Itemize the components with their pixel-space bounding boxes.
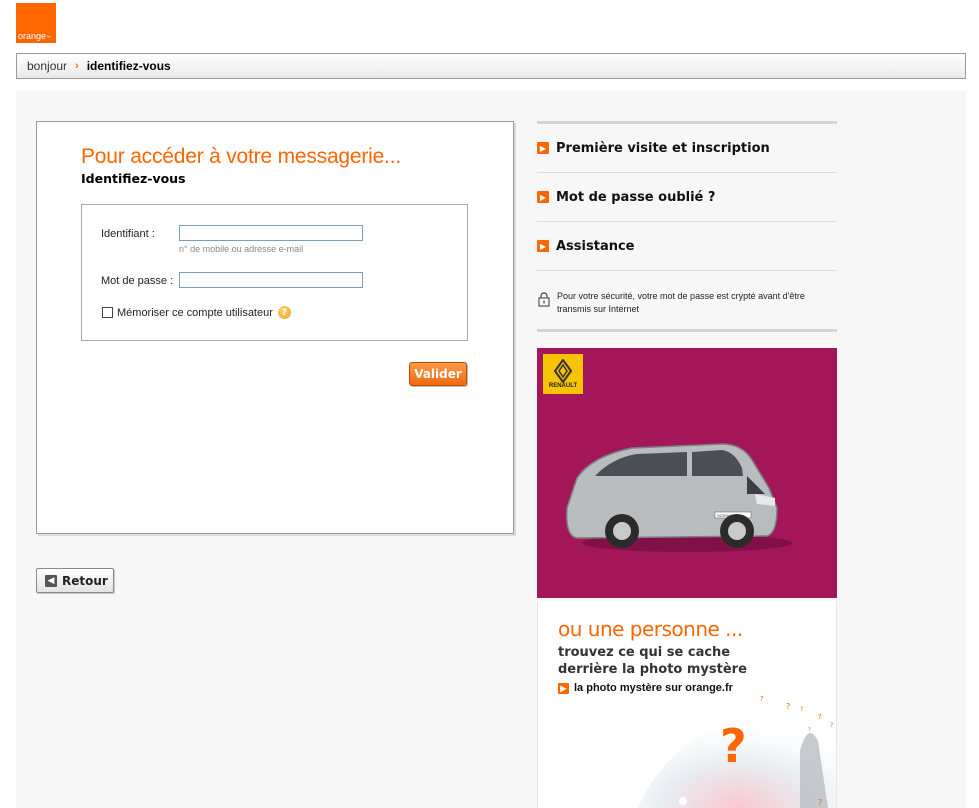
svg-text:?: ? [808, 727, 811, 733]
menu-item-mot-de-passe-oublie[interactable]: ▶ Mot de passe oublié ? [537, 173, 837, 222]
breadcrumb-separator-icon: › [75, 60, 79, 72]
lock-icon [538, 292, 550, 307]
breadcrumb-item-bonjour[interactable]: bonjour [27, 59, 67, 73]
car-image [565, 443, 792, 552]
car-plate: SCENIC [717, 513, 733, 518]
menu-item-assistance[interactable]: ▶ Assistance [537, 222, 837, 271]
help-icon[interactable]: ? [277, 306, 291, 319]
remember-checkbox[interactable] [102, 307, 113, 318]
login-subtitle: Identifiez-vous [81, 171, 186, 186]
password-label: Mot de passe : [101, 275, 174, 287]
svg-text:?: ? [800, 706, 803, 713]
renault-ad[interactable]: RENAULT SCENIC [537, 348, 837, 598]
photo-mystere-link[interactable]: ▶ la photo mystère sur orange.fr [558, 682, 733, 694]
remember-account: Mémoriser ce compte utilisateur ? [102, 306, 291, 319]
identifiant-hint: n° de mobile ou adresse e-mail [179, 244, 304, 254]
svg-text:?: ? [830, 722, 833, 729]
logo-text: orange [18, 31, 47, 41]
menu-item-label: Mot de passe oublié ? [556, 189, 716, 205]
orange-arrow-icon: ▶ [537, 191, 549, 203]
menu-item-label: Première visite et inscription [556, 140, 770, 156]
identifiant-label: Identifiant : [101, 228, 155, 240]
svg-text:?: ? [818, 713, 822, 721]
back-arrow-icon: ◀ [45, 574, 57, 587]
ad-headline: ou une personne ... [558, 617, 743, 641]
question-mark-icon: ? [720, 719, 747, 773]
breadcrumb-item-current: identifiez-vous [86, 59, 171, 73]
svg-text:?: ? [818, 798, 822, 807]
security-text: Pour votre sécurité, votre mot de passe … [557, 291, 805, 314]
logo-trademark: ™ [46, 35, 52, 41]
menu-item-premiere-visite[interactable]: ▶ Première visite et inscription [537, 124, 837, 173]
remember-label[interactable]: Mémoriser ce compte utilisateur [117, 307, 273, 319]
valider-button[interactable]: Valider [409, 362, 467, 386]
orange-arrow-icon: ▶ [558, 682, 569, 694]
orange-arrow-icon: ▶ [537, 240, 549, 252]
ad-tagline: trouvez ce qui se cache derrière la phot… [558, 645, 747, 677]
svg-text:?: ? [760, 695, 764, 703]
breadcrumb: bonjour › identifiez-vous [16, 53, 966, 79]
retour-label: Retour [62, 573, 108, 588]
password-input[interactable] [179, 272, 363, 288]
menu-item-label: Assistance [556, 238, 635, 254]
side-menu: ▶ Première visite et inscription ▶ Mot d… [537, 121, 837, 332]
login-form: Identifiant : n° de mobile ou adresse e-… [81, 204, 468, 341]
retour-button[interactable]: ◀ Retour [36, 568, 114, 593]
divider [537, 329, 837, 332]
photo-mystere-ad[interactable]: ? ? ? ? ? ? ? ou une personne ... trouve… [537, 601, 837, 808]
orange-arrow-icon: ▶ [537, 142, 549, 154]
identifiant-input[interactable] [179, 225, 363, 241]
login-title: Pour accéder à votre messagerie... [81, 145, 402, 168]
svg-text:?: ? [786, 702, 790, 711]
login-panel: Pour accéder à votre messagerie... Ident… [36, 121, 514, 534]
photo-mystere-link-label: la photo mystère sur orange.fr [574, 682, 733, 694]
security-note: Pour votre sécurité, votre mot de passe … [537, 271, 837, 327]
orange-logo[interactable]: orange ™ [16, 3, 56, 43]
